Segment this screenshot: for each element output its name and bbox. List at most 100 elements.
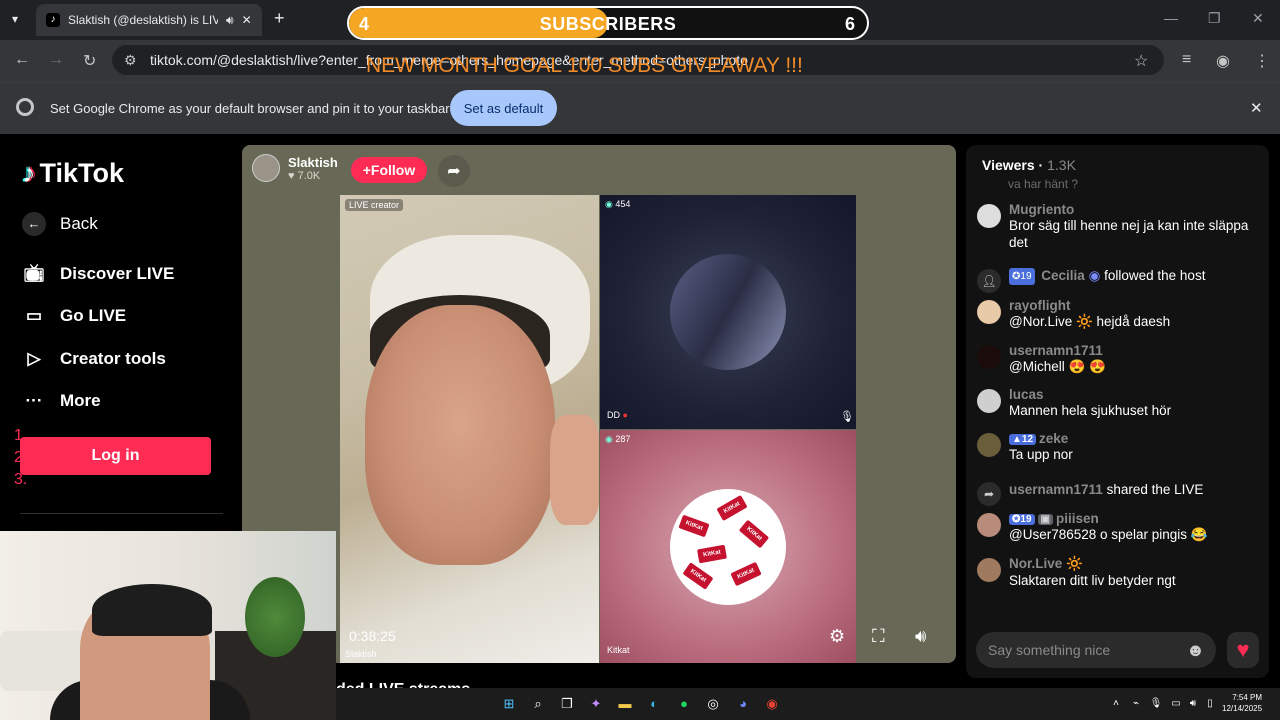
chat-message[interactable]: Mugriento Bror säg till henne nej ja kan … (977, 202, 1262, 251)
top-viewers: 454 (615, 199, 631, 209)
list-number: 2. (14, 449, 28, 466)
chrome-icon[interactable]: ◉ (762, 694, 782, 714)
chat-user[interactable]: usernamn1711 (1009, 482, 1103, 497)
list-number: 1. (14, 427, 28, 444)
site-info-icon[interactable]: ⚙ (124, 52, 137, 69)
viewers-label: Viewers (982, 157, 1035, 173)
chat-message[interactable]: 👤︎ ✪19 Cecilia ◉ followed the host (977, 267, 1262, 293)
chat-message[interactable]: rayoflight @Nor.Live 🔆 hejdå daesh (977, 298, 1262, 330)
window-close-button[interactable]: ✕ (1252, 10, 1264, 27)
chat-message[interactable]: ➦ usernamn1711 shared the LIVE (977, 480, 1262, 506)
browser-tab[interactable]: ♪ Slaktish (@deslaktish) is LIV 🔊︎ ✕ (36, 4, 262, 36)
bottom-guest-name: Kitkat (607, 645, 630, 655)
volume-icon[interactable]: 🔊︎ (915, 626, 926, 647)
avatar[interactable] (977, 558, 1001, 582)
profile-icon[interactable]: ◉ (1216, 51, 1230, 71)
cut-off-message: va har hänt ? (1008, 177, 1079, 191)
viewers-count: 1.3K (1047, 157, 1076, 173)
close-tab-icon[interactable]: ✕ (242, 13, 252, 27)
tab-search-icon[interactable]: ▾ (12, 12, 18, 26)
back-arrow-icon[interactable]: ← (14, 51, 30, 69)
set-default-button[interactable]: Set as default (450, 90, 557, 126)
chat-user[interactable]: Mugriento (1009, 202, 1262, 217)
infobar-close-icon[interactable]: ✕ (1250, 99, 1263, 117)
sidebar-item-label: Discover LIVE (60, 264, 175, 283)
task-view-icon[interactable]: ❐ (557, 694, 577, 714)
spotify-icon[interactable]: ● (674, 694, 694, 714)
chat-message[interactable]: ✪19 ▣ piiisen @User786528 o spelar pingis 😂 (977, 511, 1262, 543)
follow-button[interactable]: + Follow (351, 157, 427, 183)
viewer-eye-icon: ◉ (605, 434, 613, 444)
emoji-icon[interactable]: ☻ (1186, 640, 1205, 661)
speaker-icon[interactable]: 🔊︎ (226, 13, 234, 28)
chat-user[interactable]: lucas (1009, 387, 1171, 402)
new-tab-button[interactable]: + (274, 8, 285, 29)
viewers-header[interactable]: Viewers · 1.3K (982, 157, 1076, 173)
chat-user[interactable]: zeke (1039, 431, 1068, 446)
reload-icon[interactable]: ↻ (83, 51, 96, 71)
chat-user[interactable]: Cecilia (1041, 268, 1085, 283)
discord-icon[interactable]: ◕ (733, 694, 753, 714)
chat-user[interactable]: usernamn1711 (1009, 343, 1106, 358)
chat-input[interactable]: Say something nice (976, 632, 1216, 668)
fullscreen-icon[interactable]: ⛶ (872, 626, 885, 647)
creator-name[interactable]: Slaktish (288, 155, 338, 170)
taskbar-clock[interactable]: 7:54 PM 12/14/2025 (1222, 692, 1262, 714)
mic-icon[interactable]: 🎙︎ (1146, 694, 1166, 714)
tiktok-logo[interactable]: ♪ TikTok (22, 158, 124, 189)
share-arrow-icon: ➦ (447, 163, 461, 180)
tab-title: Slaktish (@deslaktish) is LIV (68, 13, 218, 27)
maximize-button[interactable]: ❐ (1208, 10, 1221, 27)
chat-message[interactable]: usernamn1711 @Michell 😍 😍 (977, 343, 1262, 375)
chat-message[interactable]: lucas Mannen hela sjukhuset hör (977, 387, 1262, 419)
sidebar-item-label: Creator tools (60, 349, 166, 368)
edge-icon[interactable]: ◐ (644, 694, 664, 714)
login-button[interactable]: Log in (20, 437, 211, 475)
chrome-logo-icon (16, 98, 34, 116)
avatar[interactable] (977, 433, 1001, 457)
follow-user-icon: 👤︎ (977, 269, 1001, 293)
tray-chevron-icon[interactable]: ˄ (1106, 694, 1126, 714)
menu-dots-icon[interactable]: ⋮ (1254, 51, 1270, 71)
chat-message[interactable]: Nor.Live 🔆 Slaktaren ditt liv betyder ngt (977, 556, 1262, 589)
sidebar-item-go-live[interactable]: ▭ Go LIVE (22, 306, 126, 326)
battery-icon[interactable]: ▯ (1200, 694, 1220, 714)
sidebar-item-discover-live[interactable]: 📺︎ Discover LIVE (22, 264, 174, 284)
forward-arrow-icon[interactable]: → (48, 51, 64, 69)
live-creator-label: LIVE creator (345, 199, 404, 211)
obs-icon[interactable]: ◎ (703, 694, 723, 714)
guest-avatar-top[interactable] (670, 254, 786, 370)
bookmark-star-icon[interactable]: ☆ (1134, 51, 1148, 71)
media-queue-icon[interactable]: ≡ (1182, 51, 1191, 69)
minimize-button[interactable]: — (1164, 10, 1178, 26)
avatar[interactable] (977, 389, 1001, 413)
copilot-icon[interactable]: ✦ (586, 694, 606, 714)
search-icon[interactable]: ⌕ (528, 694, 548, 714)
chat-user[interactable]: piiisen (1056, 511, 1099, 526)
chat-user[interactable]: rayoflight (1009, 298, 1170, 313)
follow-label: Follow (370, 162, 416, 178)
avatar[interactable] (977, 300, 1001, 324)
creator-info[interactable]: Slaktish ♥ 7.0K (252, 154, 338, 182)
back-nav[interactable]: ← Back (22, 212, 98, 236)
avatar[interactable] (252, 154, 280, 182)
guest-avatar-bottom[interactable]: KitKat KitKat KitKat KitKat KitKat KitKa… (670, 489, 786, 605)
muted-mic-icon: 🎙︎ (840, 411, 854, 423)
heart-icon: ♥ (1236, 637, 1250, 662)
main-video[interactable] (340, 195, 599, 663)
badge-level: 12 (1021, 433, 1034, 445)
file-explorer-icon[interactable]: ▬ (615, 694, 635, 714)
start-icon[interactable]: ⊞ (499, 694, 519, 714)
sidebar-item-more[interactable]: ··· More (22, 391, 101, 411)
avatar[interactable] (977, 513, 1001, 537)
chat-user[interactable]: Nor.Live 🔆 (1009, 556, 1176, 572)
like-heart-button[interactable]: ♥ (1227, 632, 1259, 668)
sidebar-item-creator-tools[interactable]: ▷ Creator tools (22, 349, 166, 369)
chat-message[interactable]: ▲12 zeke Ta upp nor (977, 431, 1262, 463)
numbered-list: 1. 2. 3. (14, 428, 27, 488)
settings-gear-icon[interactable]: ⚙ (829, 626, 845, 647)
avatar[interactable] (977, 345, 1001, 369)
network-icon[interactable]: ⌁ (1126, 694, 1146, 714)
avatar[interactable] (977, 204, 1001, 228)
share-button[interactable]: ➦ (438, 155, 470, 187)
